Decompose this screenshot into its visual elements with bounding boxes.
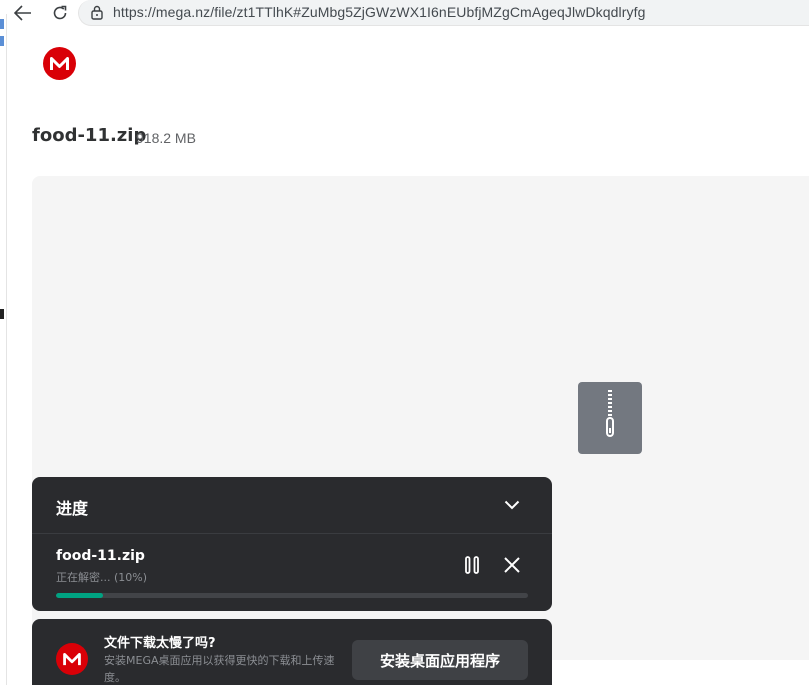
promo-text: 安装MEGA桌面应用以获得更快的下载和上传速度。 [104,654,335,684]
progress-bar-fill [56,593,104,598]
edge-marker [0,19,4,29]
progress-bar [56,593,528,598]
url-text[interactable]: https://mega.nz/file/zt1TTlhK#ZuMbg5ZjGW… [113,4,645,20]
address-bar[interactable]: https://mega.nz/file/zt1TTlhK#ZuMbg5ZjGW… [78,0,809,26]
panel-title: 进度 [56,499,89,518]
desktop-app-promo: 文件下载太慢了吗? 安装MEGA桌面应用以获得更快的下载和上传速度。 安装桌面应… [32,619,552,685]
install-desktop-app-button[interactable]: 安装桌面应用程序 [352,640,528,680]
zip-file-icon [578,382,642,454]
file-name: food-11.zip [32,125,147,146]
close-icon[interactable] [500,553,524,577]
file-size: 918.2 MB [136,130,196,146]
transfer-progress-panel: 进度 food-11.zip 正在解密... (10%) [32,477,552,611]
pause-icon[interactable] [460,553,484,577]
reload-icon[interactable] [48,2,72,24]
mega-logo-icon [56,643,88,675]
edge-marker [0,309,4,319]
transfer-status: 正在解密... (10%) [56,571,148,584]
promo-title: 文件下载太慢了吗? [104,636,216,651]
panel-divider [32,533,552,534]
transfer-file-name: food-11.zip [56,548,145,564]
back-arrow-icon[interactable] [11,2,35,24]
window-edge [0,14,7,685]
browser-toolbar: https://mega.nz/file/zt1TTlhK#ZuMbg5ZjGW… [0,0,809,27]
chevron-down-icon[interactable] [498,493,526,517]
edge-marker [0,36,4,46]
mega-logo-icon[interactable] [43,47,76,80]
lock-icon[interactable] [90,4,104,24]
